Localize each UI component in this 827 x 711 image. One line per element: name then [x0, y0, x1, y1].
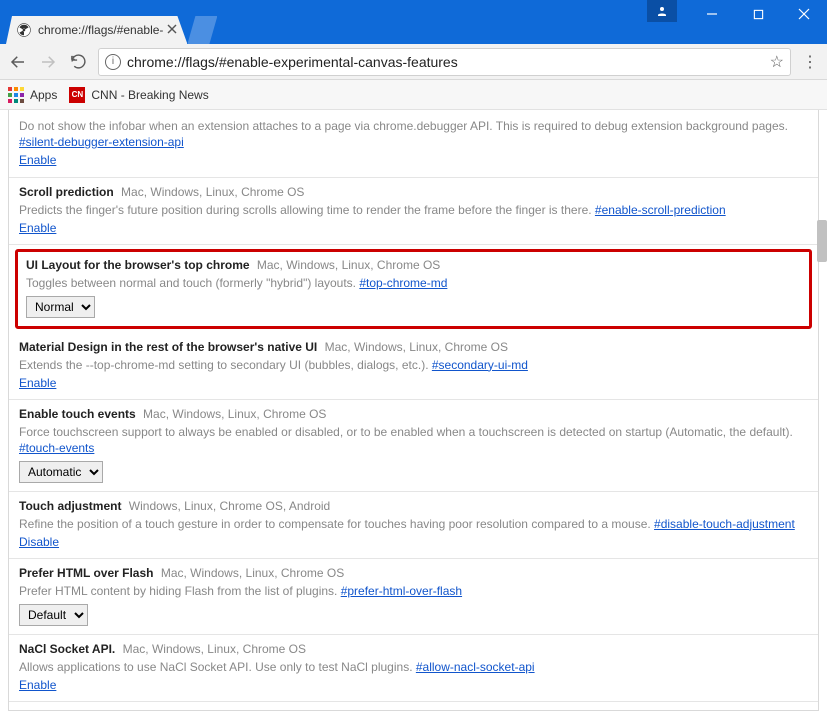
site-info-icon[interactable]: i: [105, 54, 121, 70]
flag-description: Toggles between normal and touch (former…: [26, 275, 801, 291]
url-text: chrome://flags/#enable-experimental-canv…: [127, 54, 764, 70]
address-bar[interactable]: i chrome://flags/#enable-experimental-ca…: [98, 48, 791, 76]
flag-title: UI Layout for the browser's top chrome: [26, 258, 250, 272]
close-tab-icon[interactable]: [165, 22, 179, 36]
flag-action-link[interactable]: Disable: [19, 534, 59, 550]
flag-title: Scroll prediction: [19, 185, 114, 199]
flag-description: Predicts the finger's future position du…: [19, 202, 808, 218]
flag-item: Scroll prediction Mac, Windows, Linux, C…: [9, 178, 818, 246]
flag-platforms: Mac, Windows, Linux, Chrome OS: [161, 566, 344, 580]
bookmark-cnn-label: CNN - Breaking News: [91, 88, 208, 102]
maximize-button[interactable]: [735, 0, 781, 28]
bookmark-cnn[interactable]: CN CNN - Breaking News: [69, 87, 208, 103]
flag-hash-link[interactable]: #prefer-html-over-flash: [341, 584, 462, 598]
forward-button[interactable]: [38, 52, 58, 72]
flag-item: Do not show the infobar when an extensio…: [9, 110, 818, 178]
flag-platforms: Mac, Windows, Linux, Chrome OS: [325, 340, 508, 354]
flag-item: Touch adjustment Windows, Linux, Chrome …: [9, 492, 818, 560]
flag-item: Enable touch events Mac, Windows, Linux,…: [9, 400, 818, 492]
scrollbar-thumb[interactable]: [817, 220, 827, 262]
flag-description: Prefer HTML content by hiding Flash from…: [19, 583, 808, 599]
chrome-menu-button[interactable]: ⋮: [801, 52, 819, 72]
close-window-button[interactable]: [781, 0, 827, 28]
flag-description: Allows applications to use NaCl Socket A…: [19, 659, 808, 675]
browser-tab[interactable]: chrome://flags/#enable-: [6, 16, 187, 44]
flag-title: Enable touch events: [19, 407, 136, 421]
flag-platforms: Mac, Windows, Linux, Chrome OS: [143, 407, 326, 421]
flags-list: Do not show the infobar when an extensio…: [8, 110, 819, 711]
flag-item: Run all Flash content when Flash setting…: [9, 702, 818, 711]
tab-strip: chrome://flags/#enable-: [0, 0, 217, 44]
flag-hash-link[interactable]: #disable-touch-adjustment: [654, 517, 795, 531]
flag-hash-link[interactable]: #allow-nacl-socket-api: [416, 660, 535, 674]
flag-select[interactable]: Automatic: [19, 461, 103, 483]
minimize-button[interactable]: [689, 0, 735, 28]
flag-action-link[interactable]: Enable: [19, 152, 56, 168]
flag-title: Material Design in the rest of the brows…: [19, 340, 317, 354]
flag-description: Do not show the infobar when an extensio…: [19, 118, 808, 150]
flag-platforms: Mac, Windows, Linux, Chrome OS: [123, 642, 306, 656]
flag-select[interactable]: Normal: [26, 296, 95, 318]
flag-title: NaCl Socket API.: [19, 642, 115, 656]
flag-action-link[interactable]: Enable: [19, 375, 56, 391]
flag-platforms: Windows, Linux, Chrome OS, Android: [129, 499, 330, 513]
flag-hash-link[interactable]: #secondary-ui-md: [432, 358, 528, 372]
flag-item-highlighted: UI Layout for the browser's top chrome M…: [15, 249, 812, 328]
reload-button[interactable]: [68, 52, 88, 72]
page-viewport: Do not show the infobar when an extensio…: [0, 110, 827, 711]
window-titlebar: chrome://flags/#enable-: [0, 0, 827, 44]
new-tab-button[interactable]: [187, 16, 217, 44]
profile-badge[interactable]: [647, 0, 677, 22]
bookmarks-bar: Apps CN CNN - Breaking News: [0, 80, 827, 110]
bookmark-star-icon[interactable]: ☆: [770, 52, 784, 72]
flag-hash-link[interactable]: #enable-scroll-prediction: [595, 203, 726, 217]
cnn-icon: CN: [69, 87, 85, 103]
flag-item: NaCl Socket API. Mac, Windows, Linux, Ch…: [9, 635, 818, 703]
apps-shortcut[interactable]: Apps: [8, 87, 57, 103]
apps-icon: [8, 87, 24, 103]
window-controls: [689, 0, 827, 28]
flag-select[interactable]: Default: [19, 604, 88, 626]
flag-platforms: Mac, Windows, Linux, Chrome OS: [257, 258, 440, 272]
flag-action-link[interactable]: Enable: [19, 220, 56, 236]
flag-description: Extends the --top-chrome-md setting to s…: [19, 357, 808, 373]
flag-title: Touch adjustment: [19, 499, 121, 513]
flag-hash-link[interactable]: #touch-events: [19, 441, 94, 455]
apps-label: Apps: [30, 88, 57, 102]
flag-platforms: Mac, Windows, Linux, Chrome OS: [121, 185, 304, 199]
flag-hash-link[interactable]: #top-chrome-md: [359, 276, 447, 290]
radioactive-icon: [16, 22, 32, 38]
flag-item: Prefer HTML over Flash Mac, Windows, Lin…: [9, 559, 818, 634]
back-button[interactable]: [8, 52, 28, 72]
flag-title: Prefer HTML over Flash: [19, 566, 153, 580]
flag-action-link[interactable]: Enable: [19, 677, 56, 693]
flag-item: Material Design in the rest of the brows…: [9, 333, 818, 401]
flag-description: Refine the position of a touch gesture i…: [19, 516, 808, 532]
flag-hash-link[interactable]: #silent-debugger-extension-api: [19, 135, 184, 149]
flag-description: Force touchscreen support to always be e…: [19, 424, 808, 456]
browser-toolbar: i chrome://flags/#enable-experimental-ca…: [0, 44, 827, 80]
tab-title: chrome://flags/#enable-: [38, 23, 163, 37]
